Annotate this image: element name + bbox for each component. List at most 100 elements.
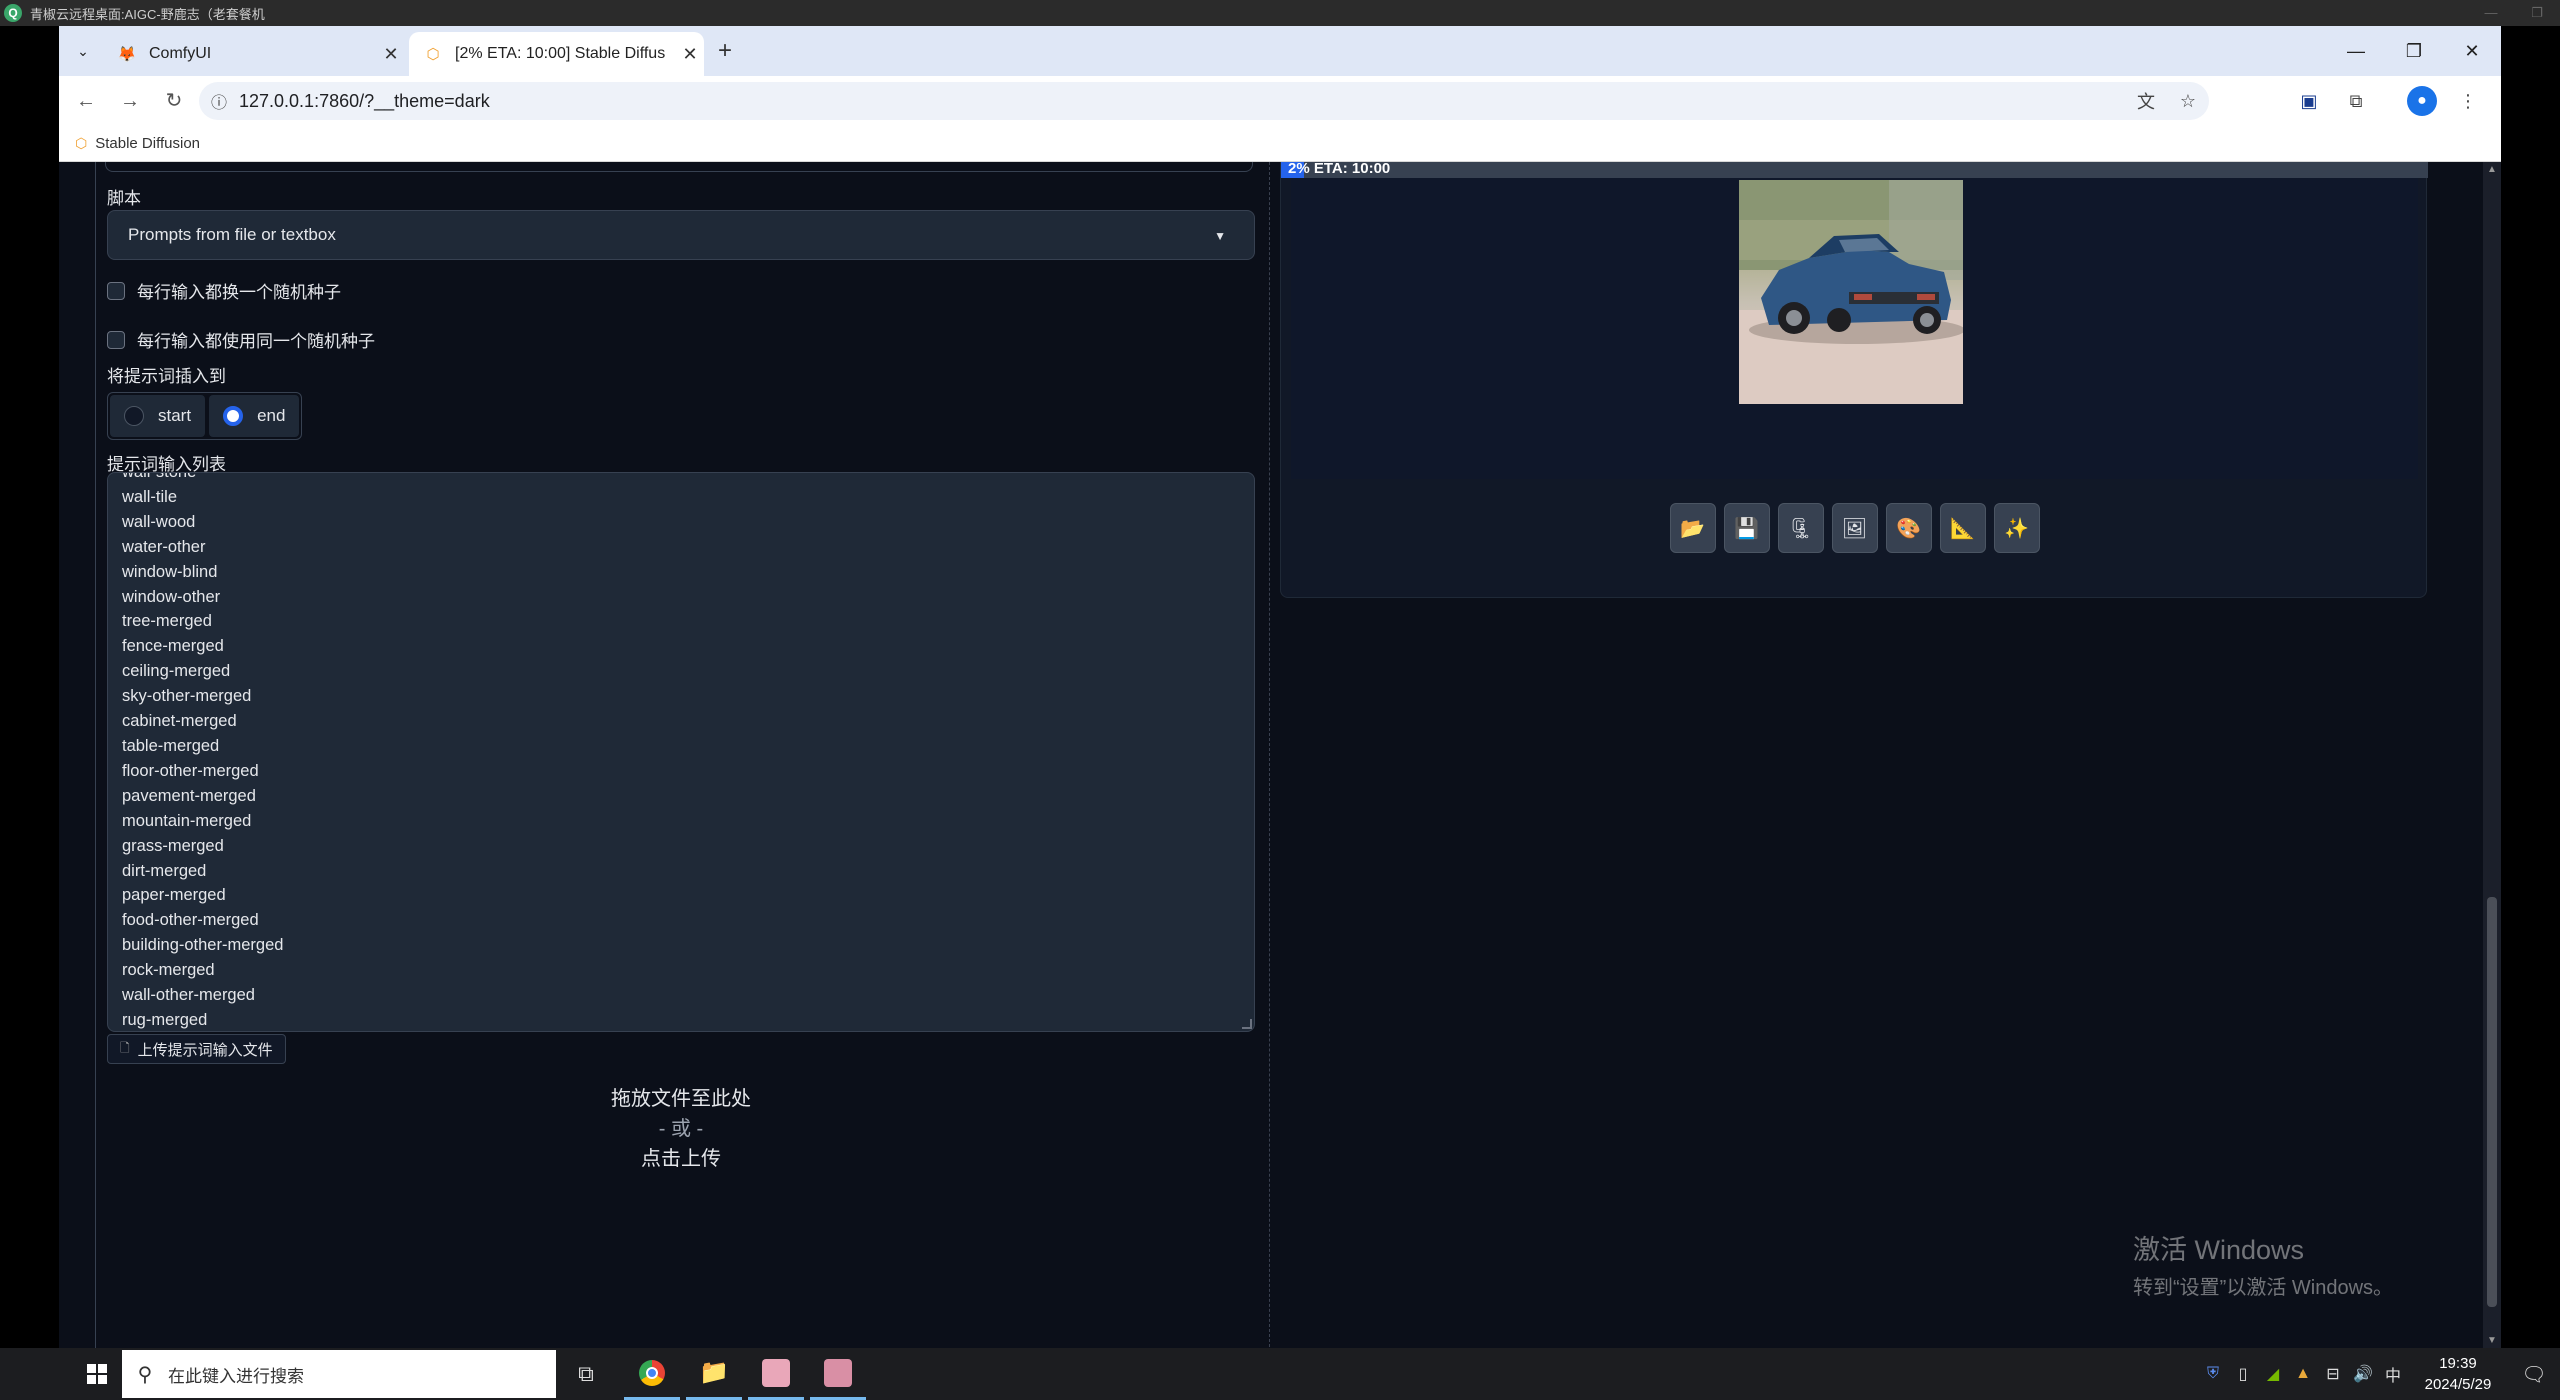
bookmark-favicon-icon: ⬡ <box>75 135 88 151</box>
radio-label: end <box>257 406 286 425</box>
dropdown-caret-icon: ▼ <box>1214 229 1226 243</box>
ime-indicator[interactable]: 中 <box>2378 1362 2408 1386</box>
output-gallery: 2% ETA: 10:00 📂 💾 🗜 🖼 🎨 📐 ✨ <box>1280 162 2428 598</box>
scroll-down-arrow-icon[interactable]: ▼ <box>2483 1335 2501 1346</box>
system-tray: ⛨ ▯ ◢ ▲ ⊟ 🔊 中 19:39 2024/5/29 🗨 <box>2198 1348 2560 1400</box>
script-dropdown-value: Prompts from file or textbox <box>128 225 336 244</box>
task-view-icon[interactable]: ⧉ <box>558 1348 614 1400</box>
comfyui-favicon-icon: 🦊 <box>117 46 137 63</box>
upload-prompt-file-button[interactable]: 🗋 上传提示词输入文件 <box>107 1034 286 1064</box>
open-folder-button[interactable]: 📂 <box>1669 503 1716 553</box>
tab-search-chevron-icon[interactable]: ⌄ <box>67 35 99 67</box>
rd-restore-button[interactable]: ❐ <box>2514 0 2560 26</box>
output-action-buttons: 📂 💾 🗜 🖼 🎨 📐 ✨ <box>1281 503 2428 553</box>
site-info-icon[interactable]: ⓘ <box>199 89 239 113</box>
radio-start[interactable] <box>124 406 144 426</box>
prompt-line: food-other-merged <box>122 911 259 930</box>
back-arrow-icon[interactable]: ← <box>71 86 101 116</box>
page-scrollbar[interactable]: ▲ ▼ <box>2483 162 2501 1348</box>
tray-app-icon[interactable]: ▲ <box>2288 1365 2318 1383</box>
reload-icon[interactable]: ↻ <box>159 86 189 116</box>
prompt-line: window-other <box>122 587 221 606</box>
bookmark-stable-diffusion[interactable]: Stable Diffusion <box>95 135 200 152</box>
nvidia-icon[interactable]: ◢ <box>2258 1364 2288 1384</box>
prompt-line: wall-wood <box>122 512 196 531</box>
scrollbar-thumb[interactable] <box>2487 897 2497 1307</box>
restore-button[interactable]: ❐ <box>2385 26 2443 76</box>
prompt-line: floor-other-merged <box>122 761 259 780</box>
usb-icon[interactable]: ▯ <box>2228 1364 2258 1384</box>
send-to-inpaint-button[interactable]: 🎨 <box>1885 503 1932 553</box>
extensions-puzzle-icon[interactable]: ⧉ <box>2341 86 2371 116</box>
file-dropzone[interactable]: 拖放文件至此处 - 或 - 点击上传 <box>107 1082 1255 1312</box>
extension-icon[interactable]: ▣ <box>2294 86 2324 116</box>
chrome-taskbar-icon[interactable] <box>624 1348 680 1400</box>
notification-center-icon[interactable]: 🗨 <box>2508 1362 2560 1387</box>
prompt-line: sky-other-merged <box>122 687 252 706</box>
radio-option-start[interactable]: start <box>110 395 206 437</box>
send-to-img2img-button[interactable]: 🖼 <box>1831 503 1878 553</box>
script-dropdown[interactable]: Prompts from file or textbox ▼ <box>107 210 1255 260</box>
webui-page: 脚本 Prompts from file or textbox ▼ 每行输入都换… <box>59 162 2483 1348</box>
rd-minimize-button[interactable]: — <box>2468 0 2514 26</box>
zip-icon: 🗜 <box>1787 517 1814 540</box>
prompt-line: grass-merged <box>122 836 224 855</box>
car-preview-graphic <box>1739 180 1963 404</box>
random-seed-per-line-checkbox[interactable] <box>107 281 125 300</box>
clock-date: 2024/5/29 <box>2424 1376 2492 1393</box>
watermark-line-2: 转到“设置”以激活 Windows。 <box>2133 1277 2394 1299</box>
resize-grip-icon[interactable] <box>1242 1019 1252 1029</box>
insert-position-label: 将提示词插入到 <box>107 367 226 386</box>
scroll-up-arrow-icon[interactable]: ▲ <box>2483 164 2501 175</box>
radio-option-end[interactable]: end <box>209 395 300 437</box>
forward-arrow-icon[interactable]: → <box>115 86 145 116</box>
security-shield-icon[interactable]: ⛨ <box>2198 1365 2228 1383</box>
progress-text: 2% ETA: 10:00 <box>1288 162 1391 177</box>
prompt-list-textarea[interactable]: wall-stone wall-tile wall-wood water-other w… <box>107 472 1255 1032</box>
close-tab-icon[interactable]: ✕ <box>676 44 704 65</box>
taskbar-search-box[interactable]: ⚲ 在此键入进行搜索 <box>122 1350 556 1398</box>
sparkle-icon: ✨ <box>2004 517 2029 540</box>
remote-desktop-titlebar: Q 青椒云远程桌面:AIGC-野鹿志（老套餐机 — ❐ <box>0 0 2560 26</box>
prompt-line: pavement-merged <box>122 786 256 805</box>
tab-stable-diffusion[interactable]: ⬡ [2% ETA: 10:00] Stable Diffus ✕ <box>409 32 704 76</box>
network-icon[interactable]: ⊟ <box>2318 1364 2348 1384</box>
tab-strip: ⌄ 🦊 ComfyUI ✕ ⬡ [2% ETA: 10:00] Stable D… <box>59 26 2501 76</box>
same-seed-per-line-checkbox[interactable] <box>107 330 125 349</box>
remote-desktop-title: 青椒云远程桌面:AIGC-野鹿志（老套餐机 <box>30 6 265 22</box>
prompt-line: wall-stone <box>122 472 197 481</box>
radio-end[interactable] <box>223 406 244 426</box>
tab-comfyui[interactable]: 🦊 ComfyUI ✕ <box>103 32 405 76</box>
dropzone-click-text[interactable]: 点击上传 <box>107 1142 1255 1171</box>
start-button[interactable] <box>72 1348 122 1400</box>
same-seed-per-line-checkbox-row[interactable]: 每行输入都使用同一个随机种子 <box>107 327 375 352</box>
volume-icon[interactable]: 🔊 <box>2348 1364 2378 1384</box>
browser-toolbar: ← → ↻ ⓘ 127.0.0.1:7860/?__theme=dark 文 ☆… <box>59 76 2501 126</box>
menu-kebab-icon[interactable]: ⋮ <box>2453 86 2483 116</box>
script-panel: 脚本 Prompts from file or textbox ▼ 每行输入都换… <box>95 162 1270 1348</box>
close-tab-icon[interactable]: ✕ <box>377 44 405 65</box>
random-seed-per-line-checkbox-row[interactable]: 每行输入都换一个随机种子 <box>107 278 341 303</box>
app-avatar-2-icon[interactable] <box>810 1348 866 1400</box>
close-window-button[interactable]: ✕ <box>2443 26 2501 76</box>
upscale-sparkle-button[interactable]: ✨ <box>1993 503 2040 553</box>
minimize-button[interactable]: — <box>2327 26 2385 76</box>
app-avatar-1-icon[interactable] <box>748 1348 804 1400</box>
file-explorer-icon[interactable]: 📁 <box>686 1348 742 1400</box>
file-icon: 🗋 <box>120 1040 130 1055</box>
save-button[interactable]: 💾 <box>1723 503 1770 553</box>
preview-image[interactable] <box>1739 180 1963 404</box>
bookmark-star-icon[interactable]: ☆ <box>2167 91 2209 112</box>
chrome-logo <box>639 1359 665 1386</box>
new-tab-button[interactable]: + <box>711 38 739 66</box>
clock[interactable]: 19:39 2024/5/29 <box>2408 1353 2508 1395</box>
profile-avatar-icon[interactable]: ● <box>2407 86 2437 116</box>
send-to-extras-icon: 📐 <box>1950 517 1975 540</box>
translate-icon[interactable]: 文 <box>2125 88 2167 114</box>
url-text[interactable]: 127.0.0.1:7860/?__theme=dark <box>239 91 2125 112</box>
send-to-extras-button[interactable]: 📐 <box>1939 503 1986 553</box>
address-bar[interactable]: ⓘ 127.0.0.1:7860/?__theme=dark 文 ☆ <box>199 82 2209 120</box>
zip-button[interactable]: 🗜 <box>1777 503 1824 553</box>
checkbox-label: 每行输入都换一个随机种子 <box>137 283 341 302</box>
prompt-line: rock-merged <box>122 961 215 980</box>
